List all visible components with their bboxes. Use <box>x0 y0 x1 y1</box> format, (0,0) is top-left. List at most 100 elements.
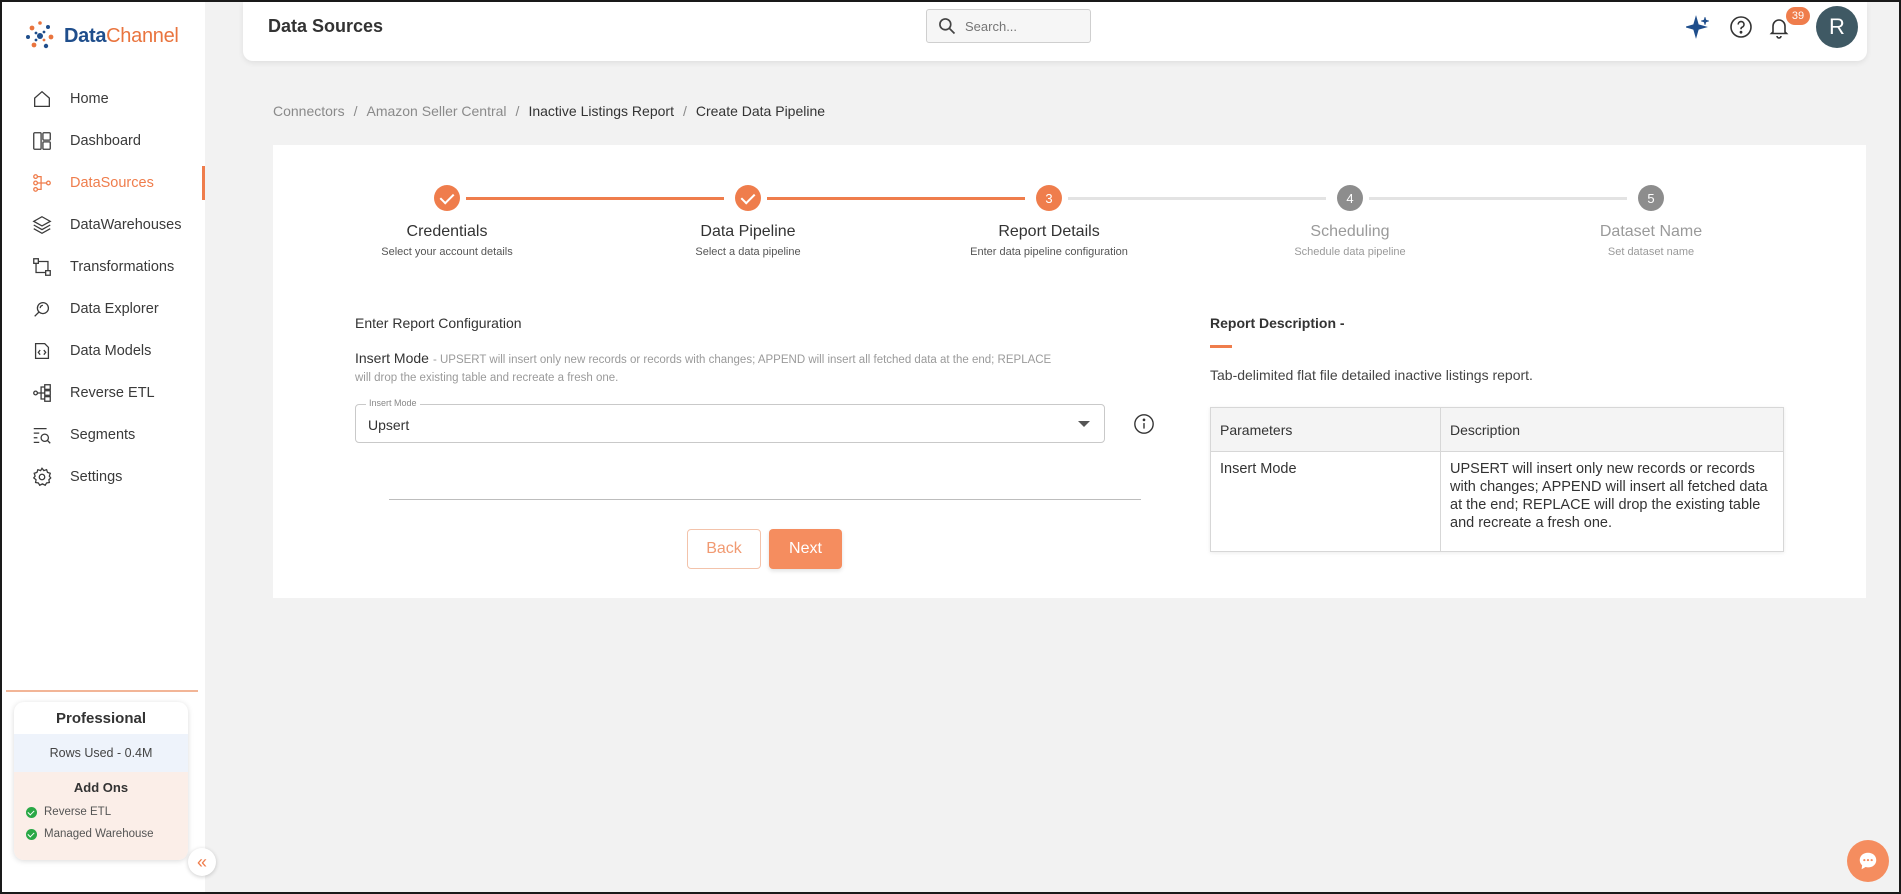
datachannel-logo-icon <box>26 21 54 49</box>
datasources-icon <box>30 171 54 195</box>
logo-text: DataChannel <box>64 24 179 47</box>
breadcrumb-separator: / <box>682 103 687 119</box>
step-subtitle: Select a data pipeline <box>695 246 801 258</box>
breadcrumb-connectors[interactable]: Connectors <box>273 103 345 119</box>
sidebar-item-label: Data Explorer <box>70 301 159 317</box>
breadcrumb-create-data-pipeline: Create Data Pipeline <box>695 103 826 119</box>
sidebar-item-home[interactable]: Home <box>2 78 205 120</box>
segments-icon <box>30 423 54 447</box>
back-button[interactable]: Back <box>687 529 761 569</box>
sidebar-item-label: Transformations <box>70 259 175 275</box>
sidebar-item-label: Home <box>70 91 109 107</box>
search-input[interactable] <box>965 18 1075 34</box>
step-report-details[interactable]: 3 Report Details Enter data pipeline con… <box>949 185 1149 258</box>
help-button[interactable] <box>1728 14 1754 40</box>
step-subtitle: Select your account details <box>381 246 513 258</box>
table-header-row: Parameters Description <box>1210 407 1784 452</box>
sidebar-item-datawarehouses[interactable]: DataWarehouses <box>2 204 205 246</box>
breadcrumb: Connectors / Amazon Seller Central / Ina… <box>273 103 825 119</box>
table-cell: UPSERT will insert only new records or r… <box>1440 451 1784 552</box>
collapse-sidebar-button[interactable]: « <box>188 848 216 876</box>
sidebar-item-dashboard[interactable]: Dashboard <box>2 120 205 162</box>
sidebar: DataChannel Home Dashboard DataSources D… <box>2 2 205 892</box>
help-icon <box>1730 16 1752 38</box>
select-value: Upsert <box>368 417 410 433</box>
double-chevron-left-icon: « <box>196 851 207 872</box>
report-description-text: Tab-delimited flat file detailed inactiv… <box>1210 367 1533 383</box>
addons-section: Add Ons Reverse ETL Managed Warehouse <box>14 772 188 860</box>
breadcrumb-separator: / <box>353 103 358 119</box>
addon-item: Reverse ETL <box>14 801 188 823</box>
top-bar: Data Sources 39 R <box>243 2 1867 61</box>
reverse-etl-icon <box>30 381 54 405</box>
step-subtitle: Schedule data pipeline <box>1294 246 1406 258</box>
dashboard-icon <box>30 129 54 153</box>
ai-sparkle-button[interactable] <box>1685 14 1711 40</box>
step-scheduling: 4 Scheduling Schedule data pipeline <box>1250 185 1450 258</box>
step-number: 4 <box>1337 185 1363 211</box>
page-title: Data Sources <box>268 16 384 36</box>
divider <box>6 690 198 692</box>
explorer-icon <box>30 297 54 321</box>
sidebar-item-reverse-etl[interactable]: Reverse ETL <box>2 372 205 414</box>
divider <box>389 499 1141 500</box>
transform-icon <box>30 255 54 279</box>
check-circle-icon <box>26 828 37 840</box>
step-number: 3 <box>1036 185 1062 211</box>
plan-name: Professional <box>55 709 147 727</box>
next-button[interactable]: Next <box>769 529 842 569</box>
pipeline-card: Credentials Select your account details … <box>273 145 1866 598</box>
table-row: Insert Mode UPSERT will insert only new … <box>1210 451 1784 552</box>
breadcrumb-inactive-listings-report[interactable]: Inactive Listings Report <box>528 103 674 119</box>
sidebar-item-label: Dashboard <box>70 133 141 149</box>
report-description-title: Report Description - <box>1210 315 1345 331</box>
step-subtitle: Set dataset name <box>1607 246 1695 258</box>
check-circle-icon <box>26 806 37 818</box>
sidebar-nav: Home Dashboard DataSources DataWarehouse… <box>2 78 205 498</box>
sidebar-item-label: DataWarehouses <box>70 217 182 233</box>
plan-card: Professional Rows Used - 0.4M Add Ons Re… <box>14 702 188 860</box>
sidebar-item-label: Data Models <box>70 343 152 359</box>
sidebar-item-data-explorer[interactable]: Data Explorer <box>2 288 205 330</box>
sidebar-item-label: Reverse ETL <box>70 385 155 401</box>
breadcrumb-separator: / <box>515 103 520 119</box>
step-title: Data Pipeline <box>700 223 796 240</box>
chat-support-button[interactable] <box>1847 840 1889 882</box>
avatar[interactable]: R <box>1816 6 1858 48</box>
step-title: Dataset Name <box>1599 223 1703 240</box>
step-dataset-name: 5 Dataset Name Set dataset name <box>1551 185 1751 258</box>
models-icon <box>30 339 54 363</box>
addon-label: Reverse ETL <box>44 806 112 818</box>
check-icon <box>735 185 761 211</box>
info-button[interactable] <box>1133 413 1155 435</box>
section-title: Enter Report Configuration <box>355 315 522 331</box>
sidebar-item-label: Segments <box>70 427 136 443</box>
search-box[interactable] <box>926 9 1091 43</box>
parameters-table: Parameters Description Insert Mode UPSER… <box>1210 407 1784 552</box>
step-credentials[interactable]: Credentials Select your account details <box>347 185 547 258</box>
sidebar-item-settings[interactable]: Settings <box>2 456 205 498</box>
addon-item: Managed Warehouse <box>14 823 188 845</box>
notification-count-badge: 39 <box>1786 7 1810 25</box>
chat-bubble-icon <box>1859 852 1877 870</box>
step-subtitle: Enter data pipeline configuration <box>970 246 1128 258</box>
breadcrumb-amazon-seller-central[interactable]: Amazon Seller Central <box>366 103 506 119</box>
step-data-pipeline[interactable]: Data Pipeline Select a data pipeline <box>648 185 848 258</box>
sidebar-item-segments[interactable]: Segments <box>2 414 205 456</box>
rows-used: Rows Used - 0.4M <box>14 734 188 772</box>
addons-title: Add Ons <box>73 780 129 795</box>
sidebar-item-label: DataSources <box>70 175 154 191</box>
insert-mode-description: - UPSERT will insert only new records or… <box>355 354 1052 384</box>
logo[interactable]: DataChannel <box>22 18 179 54</box>
sidebar-item-transformations[interactable]: Transformations <box>2 246 205 288</box>
sidebar-item-datasources[interactable]: DataSources <box>2 162 205 204</box>
select-legend: Insert Mode <box>366 398 420 408</box>
step-number: 5 <box>1638 185 1664 211</box>
column-header: Description <box>1440 407 1784 452</box>
title-underline <box>1210 345 1232 348</box>
stepper: Credentials Select your account details … <box>273 145 1866 275</box>
caret-down-icon <box>1078 421 1090 427</box>
insert-mode-select[interactable]: Insert Mode Upsert <box>355 398 1105 443</box>
step-title: Credentials <box>406 223 488 240</box>
sidebar-item-data-models[interactable]: Data Models <box>2 330 205 372</box>
